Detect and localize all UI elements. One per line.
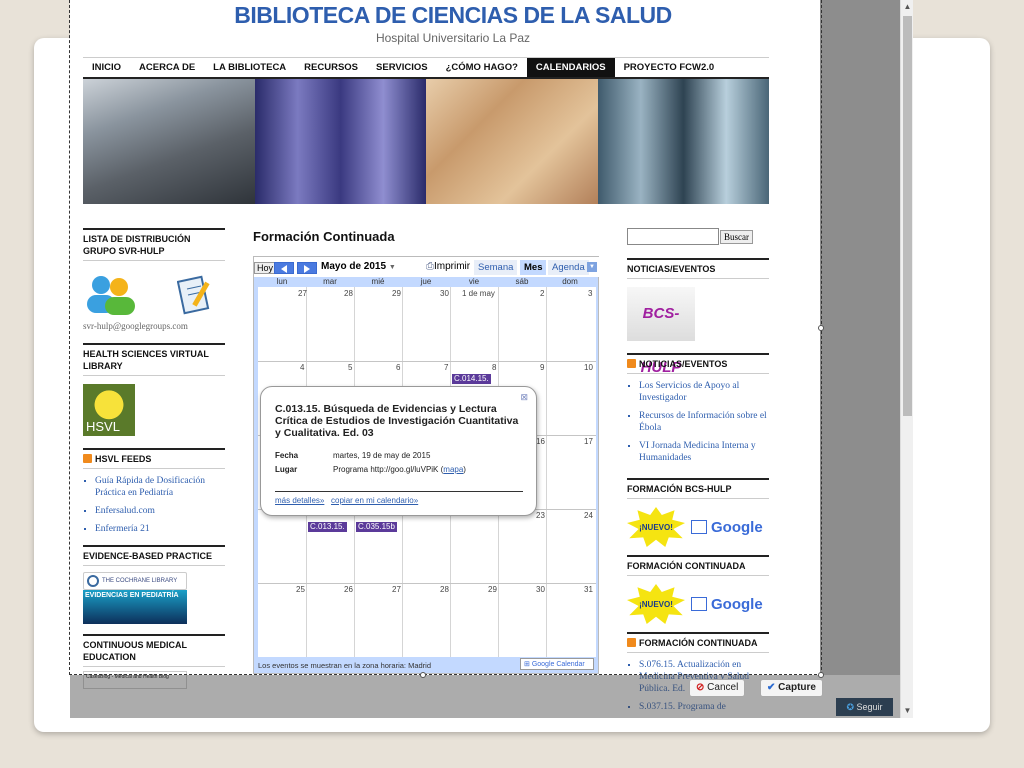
follow-button[interactable]: ✪ Seguir bbox=[836, 698, 893, 716]
scroll-up-icon[interactable]: ▲ bbox=[901, 0, 914, 14]
checkmark-icon: ✔ bbox=[767, 682, 776, 693]
scroll-thumb[interactable] bbox=[903, 16, 912, 416]
resize-handle[interactable] bbox=[420, 672, 426, 678]
scroll-down-icon[interactable]: ▼ bbox=[901, 704, 914, 718]
cancel-icon: ⊘ bbox=[696, 682, 705, 693]
cancel-button[interactable]: ⊘ Cancel bbox=[689, 679, 746, 697]
gear-icon: ✪ bbox=[846, 702, 854, 712]
outside-selection-area bbox=[820, 0, 900, 675]
resize-handle[interactable] bbox=[818, 325, 824, 331]
vertical-scrollbar[interactable]: ▲ ▼ bbox=[900, 0, 913, 718]
selection-rectangle[interactable] bbox=[69, 0, 822, 675]
capture-button[interactable]: ✔ Capture bbox=[760, 679, 823, 697]
resize-handle[interactable] bbox=[818, 672, 824, 678]
